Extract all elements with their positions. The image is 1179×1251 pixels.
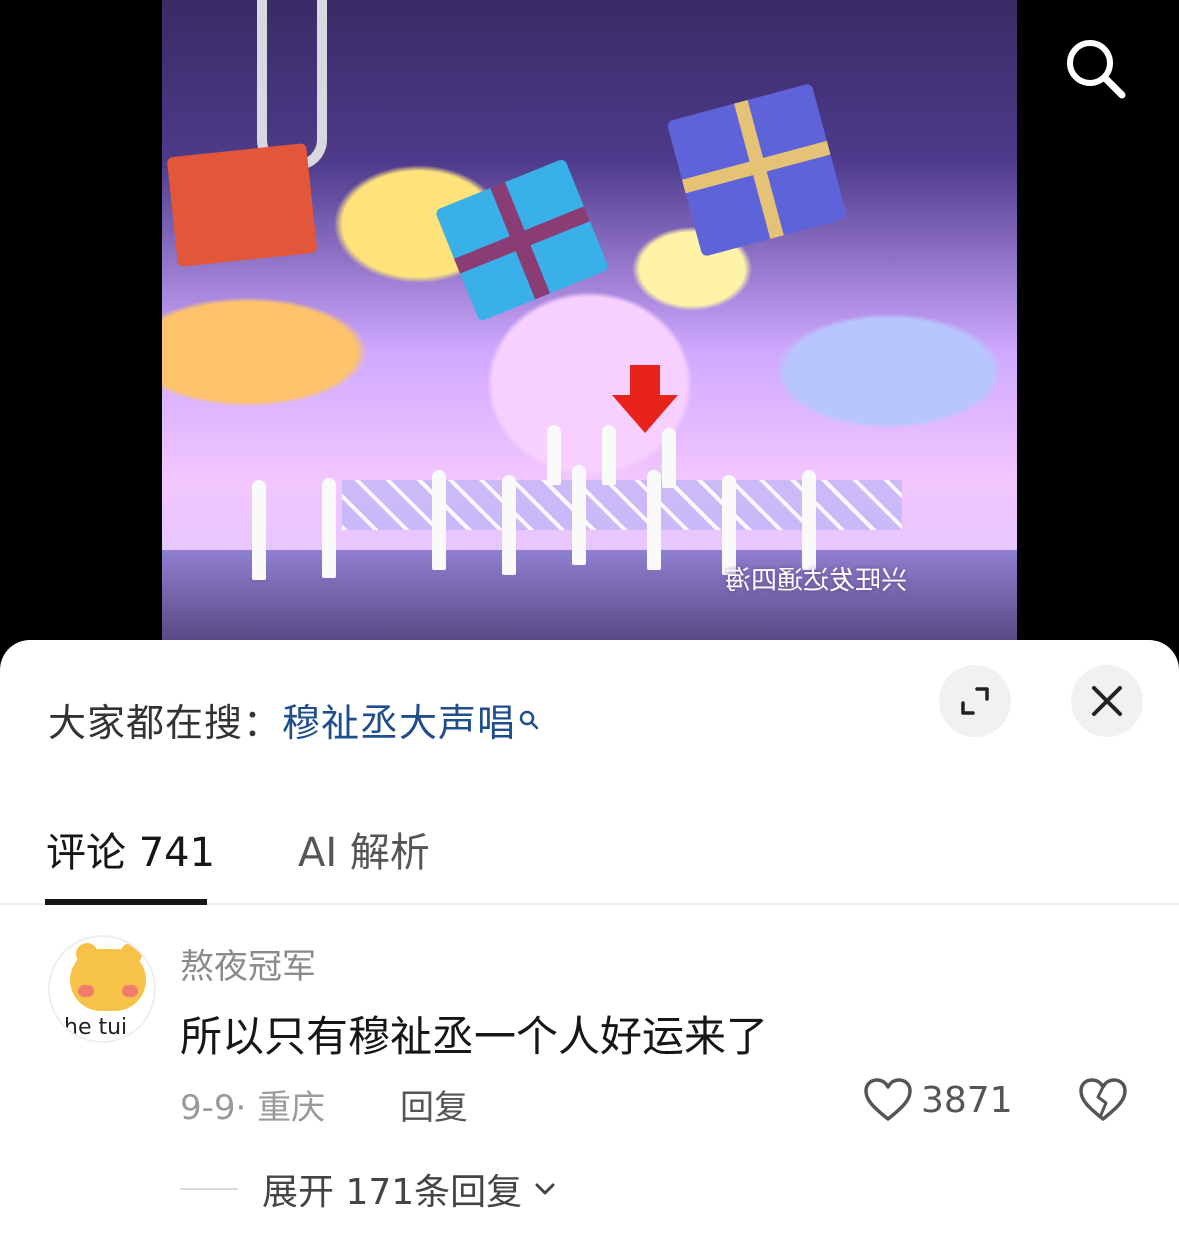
heart-icon (864, 1078, 912, 1121)
stage-railing (342, 480, 902, 530)
tab-ai-analysis[interactable]: AI 解析 (298, 820, 430, 878)
performer (252, 480, 266, 580)
expand-button[interactable] (939, 665, 1011, 737)
avatar-text: he tui (64, 1015, 128, 1040)
comment-meta: 9-9· 重庆 (180, 1088, 326, 1128)
video-caption: 兴旺发达通四海 (724, 566, 907, 596)
expand-icon (961, 687, 989, 715)
search-icon (1067, 40, 1126, 99)
search-button[interactable] (1062, 35, 1128, 101)
tab-comments[interactable]: 评论 741 (46, 820, 215, 878)
hot-search-prefix: 大家都在搜： (48, 701, 283, 745)
close-button[interactable] (1071, 665, 1143, 737)
gift-box-purple (666, 82, 848, 258)
expand-replies-label: 展开 171条回复 (262, 1172, 523, 1213)
video-frame[interactable]: 兴旺发达通四海 (162, 0, 1017, 640)
video-player[interactable]: 兴旺发达通四海 (0, 0, 1179, 660)
active-tab-indicator (45, 899, 207, 905)
broken-heart-icon (1079, 1078, 1127, 1121)
search-icon (518, 696, 540, 740)
performer (547, 425, 561, 485)
comment-text[interactable]: 所以只有穆祉丞一个人好运来了 (180, 1003, 768, 1064)
expand-replies-button[interactable]: 展开 171条回复 (180, 1163, 558, 1215)
divider-line (180, 1188, 238, 1190)
dislike-button[interactable] (1078, 1077, 1128, 1127)
performer (432, 470, 446, 570)
comment-tabs: 评论 741 AI 解析 (0, 810, 1179, 905)
performer (322, 478, 336, 578)
comment-username[interactable]: 熬夜冠军 (180, 939, 316, 988)
hot-search-bar[interactable]: 大家都在搜：穆祉丞大声唱 (48, 692, 540, 747)
like-count: 3871 (921, 1079, 1013, 1121)
reply-button[interactable]: 回复 (400, 1080, 468, 1129)
red-arrow-marker (612, 365, 678, 435)
performer (572, 465, 586, 565)
hot-search-term[interactable]: 穆祉丞大声唱 (282, 701, 516, 745)
avatar-cheek (78, 985, 94, 997)
performer (802, 470, 816, 570)
avatar[interactable]: he tui (48, 935, 156, 1043)
avatar-face (70, 949, 146, 1011)
performer (662, 428, 676, 488)
like-button[interactable]: 3871 (863, 1077, 1013, 1123)
chevron-down-icon (535, 1183, 555, 1195)
performer (502, 475, 516, 575)
close-icon (1092, 686, 1122, 716)
gift-box-blue (434, 158, 610, 322)
performer (647, 470, 661, 570)
avatar-cheek (122, 985, 138, 997)
comment-sheet: 大家都在搜：穆祉丞大声唱 评论 741 AI 解析 he tui 熬夜冠军 所以… (0, 640, 1179, 1251)
gift-box-red (166, 142, 318, 268)
